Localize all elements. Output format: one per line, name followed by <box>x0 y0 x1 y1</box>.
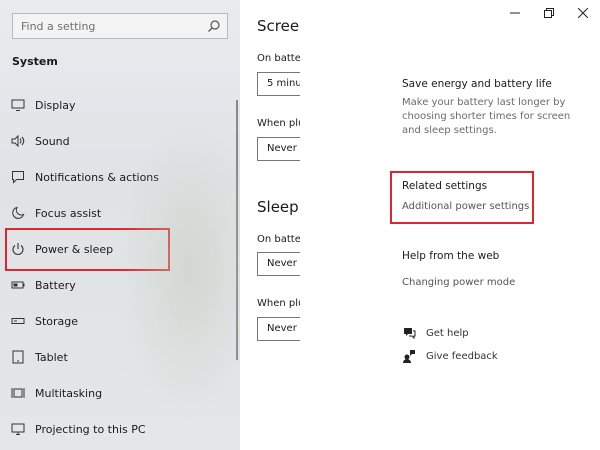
highlight-box-related-settings <box>390 171 534 224</box>
storage-icon <box>11 314 25 328</box>
multitasking-icon <box>11 386 25 400</box>
sidebar: System Display Sound Notifications & act… <box>0 0 240 450</box>
sleep-heading: Sleep <box>257 198 299 216</box>
sidebar-item-label: Focus assist <box>35 206 102 220</box>
sidebar-item-storage[interactable]: Storage <box>0 303 240 339</box>
search-icon[interactable] <box>207 19 221 33</box>
minimize-button[interactable] <box>498 0 532 26</box>
sidebar-item-label: Multitasking <box>35 386 103 400</box>
sidebar-item-label: Tablet <box>35 350 68 364</box>
sidebar-item-notifications[interactable]: Notifications & actions <box>0 159 240 195</box>
projecting-icon <box>11 422 25 436</box>
sidebar-item-multitasking[interactable]: Multitasking <box>0 375 240 411</box>
section-title: System <box>12 55 58 68</box>
screen-heading: Screen <box>257 17 300 35</box>
sidebar-item-label: Projecting to this PC <box>35 422 146 436</box>
sidebar-item-tablet[interactable]: Tablet <box>0 339 240 375</box>
save-energy-description: Make your battery last longer by choosin… <box>402 97 571 136</box>
tablet-icon <box>11 350 25 364</box>
sidebar-item-projecting[interactable]: Projecting to this PC <box>0 411 240 447</box>
save-energy-title: Save energy and battery life <box>402 78 552 90</box>
sidebar-item-label: Battery <box>35 278 76 292</box>
sleep-plugged-dropdown[interactable]: Never <box>257 317 300 341</box>
feedback-icon <box>402 349 416 363</box>
sidebar-item-display[interactable]: Display <box>0 87 240 123</box>
search-box[interactable] <box>12 13 228 39</box>
give-feedback-row[interactable]: Give feedback <box>402 349 498 363</box>
sidebar-item-battery[interactable]: Battery <box>0 267 240 303</box>
restore-button[interactable] <box>532 0 566 26</box>
restore-icon <box>544 8 554 18</box>
sleep-battery-label: On battery power, PC goes to sleep after <box>257 234 300 245</box>
get-help-link[interactable]: Get help <box>426 328 469 339</box>
give-feedback-link[interactable]: Give feedback <box>426 351 498 362</box>
sidebar-scrollbar[interactable] <box>236 100 238 360</box>
sidebar-item-label: Notifications & actions <box>35 170 160 184</box>
minimize-icon <box>510 12 520 14</box>
display-icon <box>11 98 25 112</box>
highlight-box-power-sleep <box>5 228 170 271</box>
sleep-battery-dropdown[interactable]: Never <box>257 252 300 276</box>
moon-icon <box>11 206 25 220</box>
screen-battery-label: On battery power, turn off after <box>257 53 300 64</box>
sound-icon <box>11 134 25 148</box>
notifications-icon <box>11 170 25 184</box>
sidebar-item-label: Storage <box>35 314 79 328</box>
sidebar-item-label: Sound <box>35 134 70 148</box>
sleep-plugged-label: When plugged in, PC goes to sleep after <box>257 298 300 309</box>
settings-column: Screen On battery power, turn off after … <box>240 0 300 450</box>
screen-plugged-dropdown[interactable]: Never <box>257 137 300 161</box>
search-input[interactable] <box>13 14 209 38</box>
sidebar-item-focus-assist[interactable]: Focus assist <box>0 195 240 231</box>
close-icon <box>578 8 588 18</box>
close-button[interactable] <box>566 0 600 26</box>
screen-battery-dropdown[interactable]: 5 minutes <box>257 72 300 96</box>
screen-plugged-label: When plugged in, turn off after <box>257 118 300 129</box>
sidebar-item-label: Display <box>35 98 76 112</box>
get-help-row[interactable]: Get help <box>402 326 469 340</box>
changing-power-mode-link[interactable]: Changing power mode <box>402 277 515 288</box>
get-help-icon <box>402 326 416 340</box>
sidebar-item-sound[interactable]: Sound <box>0 123 240 159</box>
main-content: Screen On battery power, turn off after … <box>240 0 600 450</box>
battery-icon <box>11 278 25 292</box>
window-controls <box>498 0 600 28</box>
help-title: Help from the web <box>402 250 500 262</box>
